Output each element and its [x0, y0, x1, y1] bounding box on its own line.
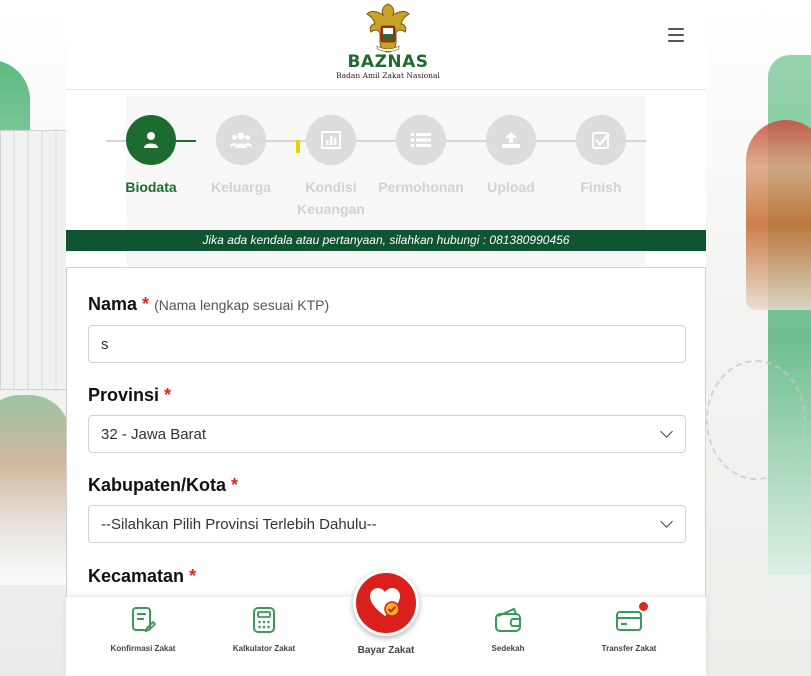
- hamburger-menu-icon[interactable]: [668, 28, 684, 44]
- background-right-decoration: [706, 0, 811, 676]
- users-icon: [230, 132, 252, 148]
- contact-notice: Jika ada kendala atau pertanyaan, silahk…: [66, 230, 706, 251]
- baznas-logo[interactable]: BAZNAS Badan Amil Zakat Nasional: [334, 2, 442, 84]
- required-asterisk: *: [142, 294, 150, 314]
- background-tree-sketch: [706, 360, 806, 480]
- step-kondisi-keuangan[interactable]: Kondisi Keuangan: [286, 115, 376, 220]
- nav-kalkulator-zakat[interactable]: Kalkulator Zakat: [214, 606, 314, 653]
- step-label: Upload: [487, 179, 535, 195]
- bar-chart-icon: [321, 131, 341, 149]
- bayar-zakat-button[interactable]: [353, 570, 419, 636]
- kabupaten-label: Kabupaten/Kota *: [88, 475, 239, 495]
- biodata-form: Nama * (Nama lengkap sesuai KTP) s Provi…: [66, 267, 706, 597]
- step-upload[interactable]: Upload: [466, 115, 556, 198]
- garuda-emblem-icon: [366, 3, 410, 53]
- background-left-decoration: [0, 0, 66, 676]
- required-asterisk: *: [231, 475, 239, 495]
- document-edit-icon: [132, 607, 157, 633]
- step-label: Keluarga: [211, 179, 271, 195]
- step-label: Permohonan: [378, 179, 464, 195]
- nav-label: Sedekah: [491, 644, 525, 653]
- brand-subtitle: Badan Amil Zakat Nasional: [336, 71, 440, 80]
- kabupaten-select[interactable]: --Silahkan Pilih Provinsi Terlebih Dahul…: [88, 505, 686, 543]
- notification-badge: [638, 601, 649, 612]
- step-keluarga[interactable]: Keluarga: [196, 115, 286, 198]
- provinsi-label: Provinsi *: [88, 385, 172, 405]
- calculator-icon: [253, 607, 275, 633]
- nav-label: Kalkulator Zakat: [232, 644, 296, 653]
- nav-transfer-zakat[interactable]: Transfer Zakat: [579, 601, 679, 653]
- provinsi-selected-value: 32 - Jawa Barat: [101, 425, 207, 443]
- nav-sedekah[interactable]: Sedekah: [458, 606, 558, 653]
- step-biodata[interactable]: Biodata: [106, 115, 196, 198]
- nama-label: Nama * (Nama lengkap sesuai KTP): [88, 294, 330, 314]
- kabupaten-selected-value: --Silahkan Pilih Provinsi Terlebih Dahul…: [101, 515, 377, 533]
- step-label: Kondisi Keuangan: [297, 179, 365, 217]
- upload-icon: [502, 132, 520, 148]
- provinsi-field: Provinsi * 32 - Jawa Barat: [88, 383, 686, 453]
- nav-konfirmasi-zakat[interactable]: Konfirmasi Zakat: [93, 606, 193, 653]
- heart-check-icon: [370, 588, 400, 617]
- nama-input[interactable]: s: [88, 325, 686, 363]
- check-square-icon: [592, 132, 610, 149]
- provinsi-select[interactable]: 32 - Jawa Barat: [88, 415, 686, 453]
- site-header: BAZNAS Badan Amil Zakat Nasional: [66, 0, 706, 90]
- required-asterisk: *: [164, 385, 172, 405]
- required-asterisk: *: [189, 566, 197, 586]
- chevron-down-icon: [660, 515, 673, 528]
- nav-label: Transfer Zakat: [601, 644, 657, 653]
- bottom-navigation: Konfirmasi Zakat Kalkulator Zakat Bayar …: [66, 570, 706, 676]
- background-worker: [746, 120, 811, 310]
- nama-hint: (Nama lengkap sesuai KTP): [154, 297, 330, 313]
- nama-field: Nama * (Nama lengkap sesuai KTP) s: [88, 292, 686, 363]
- bayar-zakat-label[interactable]: Bayar Zakat: [336, 645, 436, 656]
- list-icon: [411, 133, 431, 147]
- user-icon: [144, 132, 158, 148]
- chevron-down-icon: [660, 425, 673, 438]
- brand-name: BAZNAS: [347, 52, 429, 72]
- background-person: [0, 395, 66, 585]
- background-building: [0, 130, 66, 390]
- step-permohonan[interactable]: Permohonan: [376, 115, 466, 198]
- nav-label: Konfirmasi Zakat: [110, 644, 176, 653]
- step-label: Finish: [580, 179, 622, 195]
- step-finish[interactable]: Finish: [556, 115, 646, 198]
- kabupaten-field: Kabupaten/Kota * --Silahkan Pilih Provin…: [88, 473, 686, 543]
- step-label: Biodata: [125, 179, 177, 195]
- wallet-icon: [495, 607, 521, 632]
